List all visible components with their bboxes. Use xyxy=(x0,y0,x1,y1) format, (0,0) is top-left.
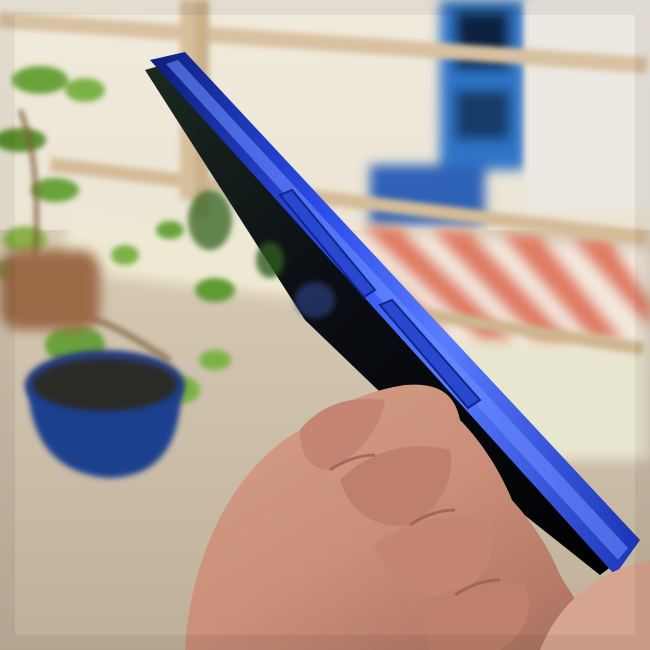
photo-scene xyxy=(0,0,650,650)
right-wall xyxy=(525,0,650,210)
photo-canvas xyxy=(0,0,650,650)
